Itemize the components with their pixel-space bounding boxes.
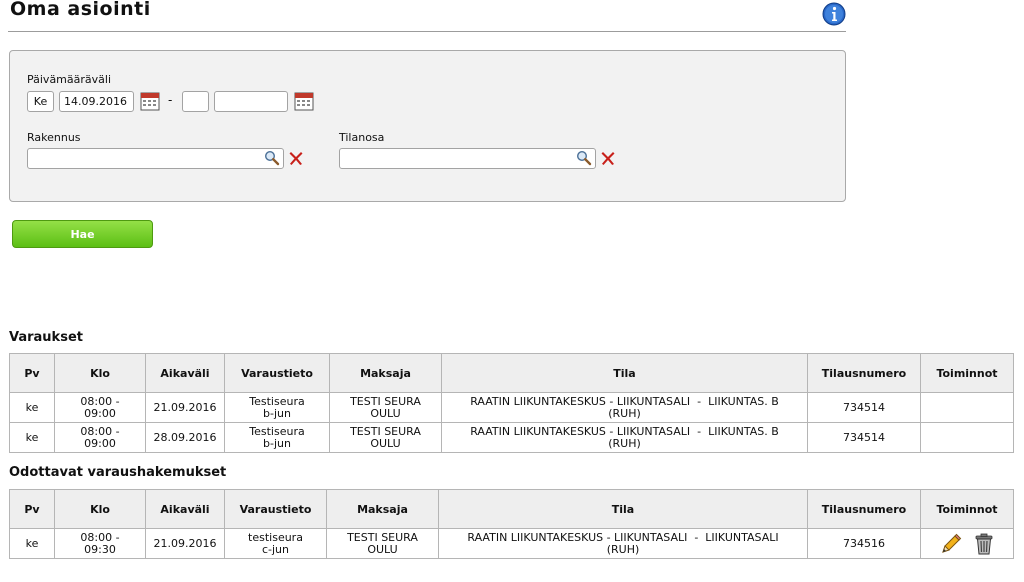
cell-maksaja: TESTI SEURA OULU <box>329 422 442 453</box>
table-row[interactable]: ke 08:00 -09:00 21.09.2016 Testiseura b-j… <box>9 392 1014 423</box>
cell-aikavali: 21.09.2016 <box>145 528 225 559</box>
building-input[interactable] <box>27 148 284 169</box>
cell-aikavali: 21.09.2016 <box>145 392 225 423</box>
search-button[interactable]: Hae <box>12 220 153 248</box>
cell-maksaja: TESTI SEURA OULU <box>326 528 439 559</box>
table-header-row: Pv Klo Aikaväli Varaustieto Maksaja Tila… <box>9 489 1014 529</box>
space-part-label: Tilanosa <box>339 131 385 144</box>
building-clear-icon[interactable] <box>288 150 304 166</box>
col-header-tila[interactable]: Tila <box>438 489 808 529</box>
cell-toiminnot <box>920 392 1014 423</box>
col-header-klo[interactable]: Klo <box>54 489 146 529</box>
table-row[interactable]: ke 08:00 -09:30 21.09.2016 testiseura c-j… <box>9 528 1014 559</box>
day-field[interactable]: Ke <box>27 91 54 112</box>
col-header-pv[interactable]: Pv <box>9 489 55 529</box>
page-title: Oma asiointi <box>10 0 151 20</box>
edit-pencil-icon[interactable] <box>940 533 962 555</box>
cell-tila: RAATIN LIIKUNTAKESKUS - LIIKUNTASALI - L… <box>441 422 808 453</box>
delete-trash-icon[interactable] <box>974 533 994 555</box>
payer-line-2: OULU <box>370 436 401 450</box>
cell-aikavali: 28.09.2016 <box>145 422 225 453</box>
space-line-2: (RUH) <box>606 542 640 556</box>
title-divider <box>8 31 846 32</box>
space-part-search-icon[interactable] <box>576 150 592 166</box>
col-header-aikavali[interactable]: Aikaväli <box>145 353 225 393</box>
col-header-tilausnumero[interactable]: Tilausnumero <box>807 489 921 529</box>
info-icon[interactable] <box>822 2 846 26</box>
time-end: 09:00 <box>84 406 116 420</box>
cell-pv: ke <box>9 392 55 423</box>
start-date-field[interactable]: 14.09.2016 <box>59 91 134 112</box>
col-header-varaustieto[interactable]: Varaustieto <box>224 489 327 529</box>
cell-toiminnot <box>920 422 1014 453</box>
payer-line-2: OULU <box>367 542 398 556</box>
info-line-2: b-jun <box>263 436 291 450</box>
space-part-clear-icon[interactable] <box>600 150 616 166</box>
range-separator: - <box>168 93 173 107</box>
col-header-maksaja[interactable]: Maksaja <box>329 353 442 393</box>
col-header-maksaja[interactable]: Maksaja <box>326 489 439 529</box>
cell-tilausnumero: 734514 <box>807 392 921 423</box>
cell-tilausnumero: 734514 <box>807 422 921 453</box>
filter-panel: Päivämääräväli Ke 14.09.2016 - Rakennus … <box>9 50 846 202</box>
col-header-varaustieto[interactable]: Varaustieto <box>224 353 330 393</box>
cell-tila: RAATIN LIIKUNTAKESKUS - LIIKUNTASALI - L… <box>441 392 808 423</box>
info-line-2: b-jun <box>263 406 291 420</box>
col-header-tila[interactable]: Tila <box>441 353 808 393</box>
col-header-toiminnot: Toiminnot <box>920 353 1014 393</box>
cell-klo: 08:00 -09:00 <box>54 422 146 453</box>
payer-line-2: OULU <box>370 406 401 420</box>
cell-maksaja: TESTI SEURA OULU <box>329 392 442 423</box>
cell-pv: ke <box>9 422 55 453</box>
space-line-2: (RUH) <box>608 406 641 420</box>
col-header-toiminnot: Toiminnot <box>920 489 1014 529</box>
space-line-2: (RUH) <box>608 436 641 450</box>
time-end: 09:00 <box>84 436 116 450</box>
info-line-2: c-jun <box>261 542 290 556</box>
col-header-tilausnumero[interactable]: Tilausnumero <box>807 353 921 393</box>
reservations-table: Pv Klo Aikaväli Varaustieto Maksaja Tila… <box>9 353 1014 453</box>
pending-title: Odottavat varaushakemukset <box>9 465 227 480</box>
cell-klo: 08:00 -09:00 <box>54 392 146 423</box>
cell-toiminnot <box>920 528 1014 559</box>
building-search-icon[interactable] <box>264 150 280 166</box>
cell-varaustieto: Testiseura b-jun <box>224 392 330 423</box>
cell-klo: 08:00 -09:30 <box>54 528 146 559</box>
end-date-field[interactable] <box>214 91 288 112</box>
col-header-aikavali[interactable]: Aikaväli <box>145 489 225 529</box>
table-header-row: Pv Klo Aikaväli Varaustieto Maksaja Tila… <box>9 353 1014 393</box>
col-header-pv[interactable]: Pv <box>9 353 55 393</box>
space-part-input[interactable] <box>339 148 596 169</box>
date-range-label: Päivämääräväli <box>27 73 112 86</box>
table-row[interactable]: ke 08:00 -09:00 28.09.2016 Testiseura b-j… <box>9 422 1014 453</box>
time-end: 09:30 <box>84 542 116 556</box>
cell-varaustieto: testiseura c-jun <box>224 528 327 559</box>
cell-varaustieto: Testiseura b-jun <box>224 422 330 453</box>
reservations-title: Varaukset <box>9 330 83 345</box>
building-label: Rakennus <box>27 131 81 144</box>
pending-table: Pv Klo Aikaväli Varaustieto Maksaja Tila… <box>9 489 1014 559</box>
cell-tilausnumero: 734516 <box>807 528 921 559</box>
col-header-klo[interactable]: Klo <box>54 353 146 393</box>
start-calendar-icon[interactable] <box>140 91 160 111</box>
cell-tila: RAATIN LIIKUNTAKESKUS - LIIKUNTASALI - L… <box>438 528 808 559</box>
end-calendar-icon[interactable] <box>294 91 314 111</box>
end-day-field[interactable] <box>182 91 209 112</box>
cell-pv: ke <box>9 528 55 559</box>
